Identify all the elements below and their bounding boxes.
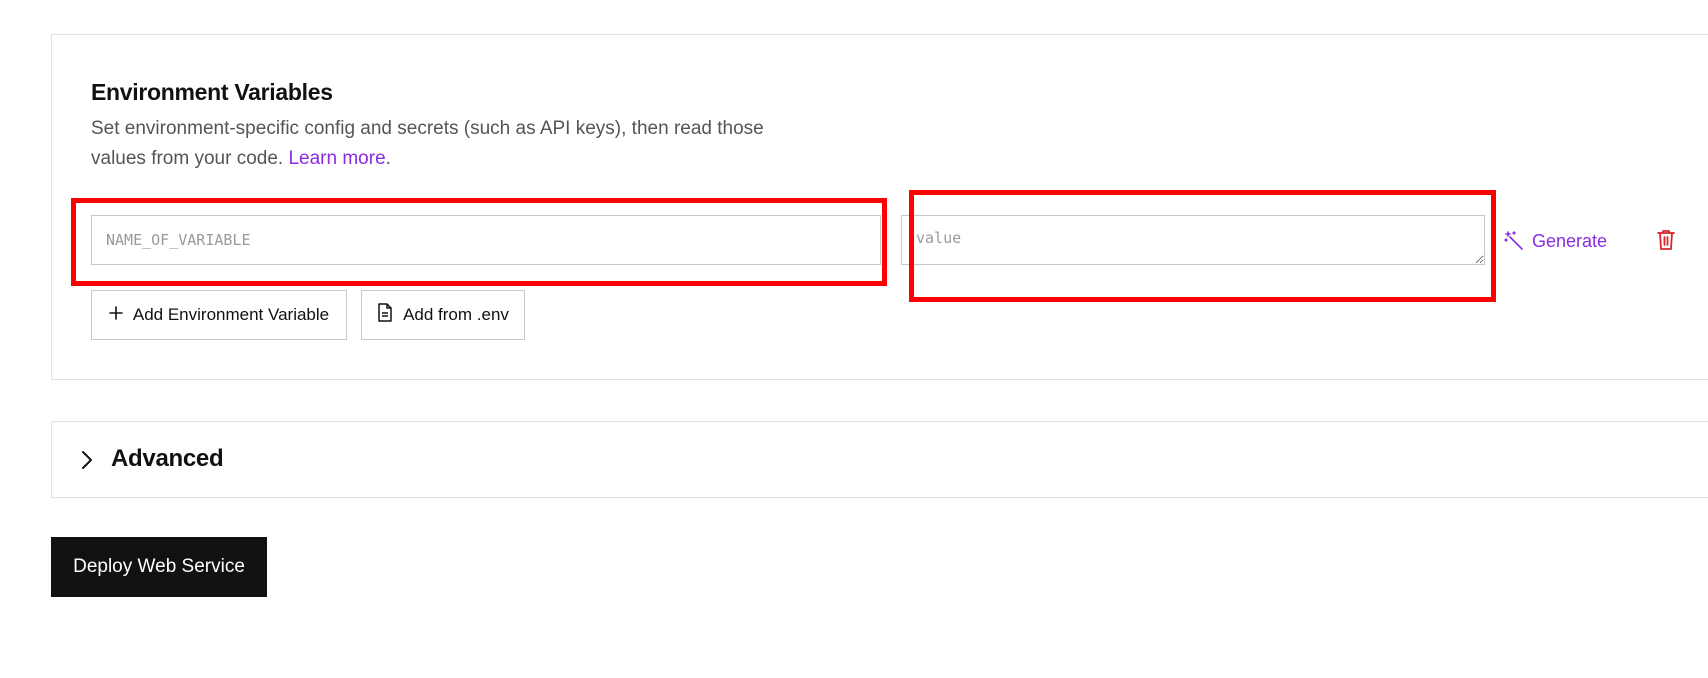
advanced-section-toggle[interactable] (51, 421, 1708, 498)
magic-wand-icon (1504, 231, 1524, 251)
generate-button[interactable]: Generate (1504, 226, 1607, 256)
learn-more-link[interactable]: Learn more (288, 148, 385, 169)
add-env-variable-label: Add Environment Variable (132, 305, 330, 324)
env-key-input[interactable] (91, 215, 881, 265)
description-period: . (385, 148, 391, 169)
delete-variable-button[interactable] (1655, 228, 1677, 252)
generate-label: Generate (1532, 230, 1608, 251)
add-from-env-label: Add from .env (403, 305, 509, 324)
add-from-env-button[interactable]: Add from .env (361, 290, 525, 340)
env-vars-title: Environment Variables (91, 79, 333, 105)
advanced-title: Advanced (111, 445, 224, 472)
chevron-right-icon (80, 449, 94, 471)
deploy-web-service-button[interactable]: Deploy Web Service (51, 537, 267, 597)
plus-icon (109, 305, 123, 325)
env-vars-description: Set environment-specific config and secr… (91, 114, 811, 174)
trash-icon (1655, 230, 1677, 256)
add-env-variable-button[interactable]: Add Environment Variable (91, 290, 347, 340)
file-icon (377, 303, 393, 327)
env-value-input[interactable] (901, 215, 1485, 265)
env-vars-description-text: Set environment-specific config and secr… (91, 118, 764, 169)
